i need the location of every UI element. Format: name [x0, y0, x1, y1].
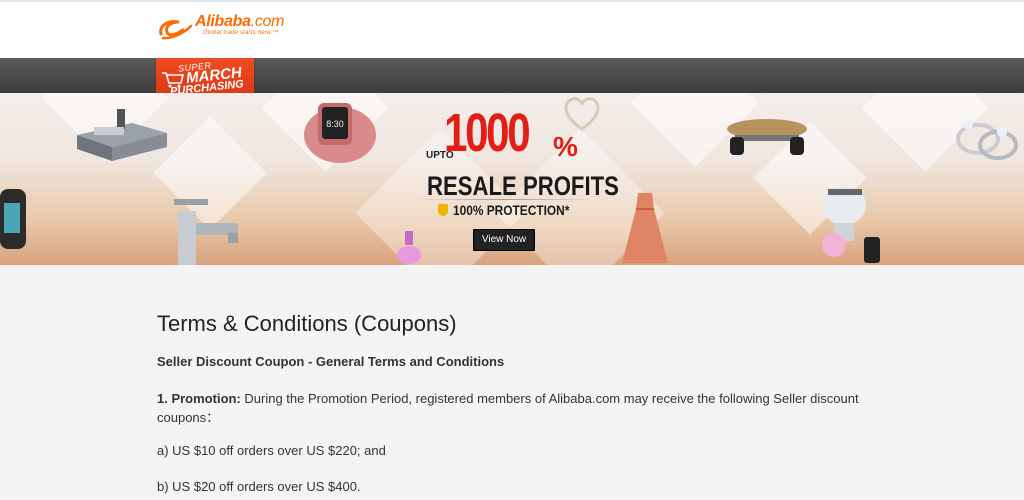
logo-tagline: Global trade starts here.™	[203, 30, 279, 36]
logo-name: Alibaba	[195, 13, 251, 30]
skateboard-icon	[727, 119, 807, 155]
speaker-bulb-icon	[822, 185, 880, 263]
nav-bar	[0, 58, 1024, 93]
svg-text:8:30: 8:30	[326, 119, 344, 129]
faucet-icon	[174, 199, 238, 265]
banner-divider	[415, 199, 595, 200]
coupon-item-b: b) US $20 off orders over US $400.	[157, 479, 361, 494]
promotion-paragraph: 1. Promotion: During the Promotion Perio…	[157, 389, 877, 427]
nail-polish-icon	[397, 231, 421, 264]
promotion-text: During the Promotion Period, registered …	[157, 391, 859, 425]
rings-icon	[956, 120, 1018, 160]
shield-icon	[438, 204, 448, 216]
page-title: Terms & Conditions (Coupons)	[157, 311, 457, 336]
site-header: Alibaba.com Global trade starts here.™	[0, 0, 1024, 58]
alibaba-logo[interactable]: Alibaba.com Global trade starts here.™	[157, 12, 307, 44]
section-subtitle: Seller Discount Coupon - General Terms a…	[157, 354, 505, 369]
banner-percent: %	[553, 131, 578, 162]
promotion-label: 1. Promotion:	[157, 391, 241, 406]
banner-protection: 100% PROTECTION*	[453, 202, 570, 218]
view-now-button[interactable]: View Now	[473, 229, 535, 251]
smartwatch-icon: 8:30	[304, 103, 376, 163]
promo-banner[interactable]: 8:30 UPTO 1000 % RESALE PROFITS 100% PRO…	[0, 93, 1024, 265]
dress-icon	[622, 193, 668, 263]
fitness-band-icon	[0, 189, 26, 249]
heart-pendant-icon	[564, 97, 600, 131]
logo-dot: .com	[250, 13, 285, 30]
coupon-item-a: a) US $10 off orders over US $220; and	[157, 443, 386, 458]
banner-big-number: 1000	[444, 103, 531, 163]
laser-machine-icon	[77, 109, 167, 161]
banner-resale-profits: RESALE PROFITS	[427, 171, 619, 201]
